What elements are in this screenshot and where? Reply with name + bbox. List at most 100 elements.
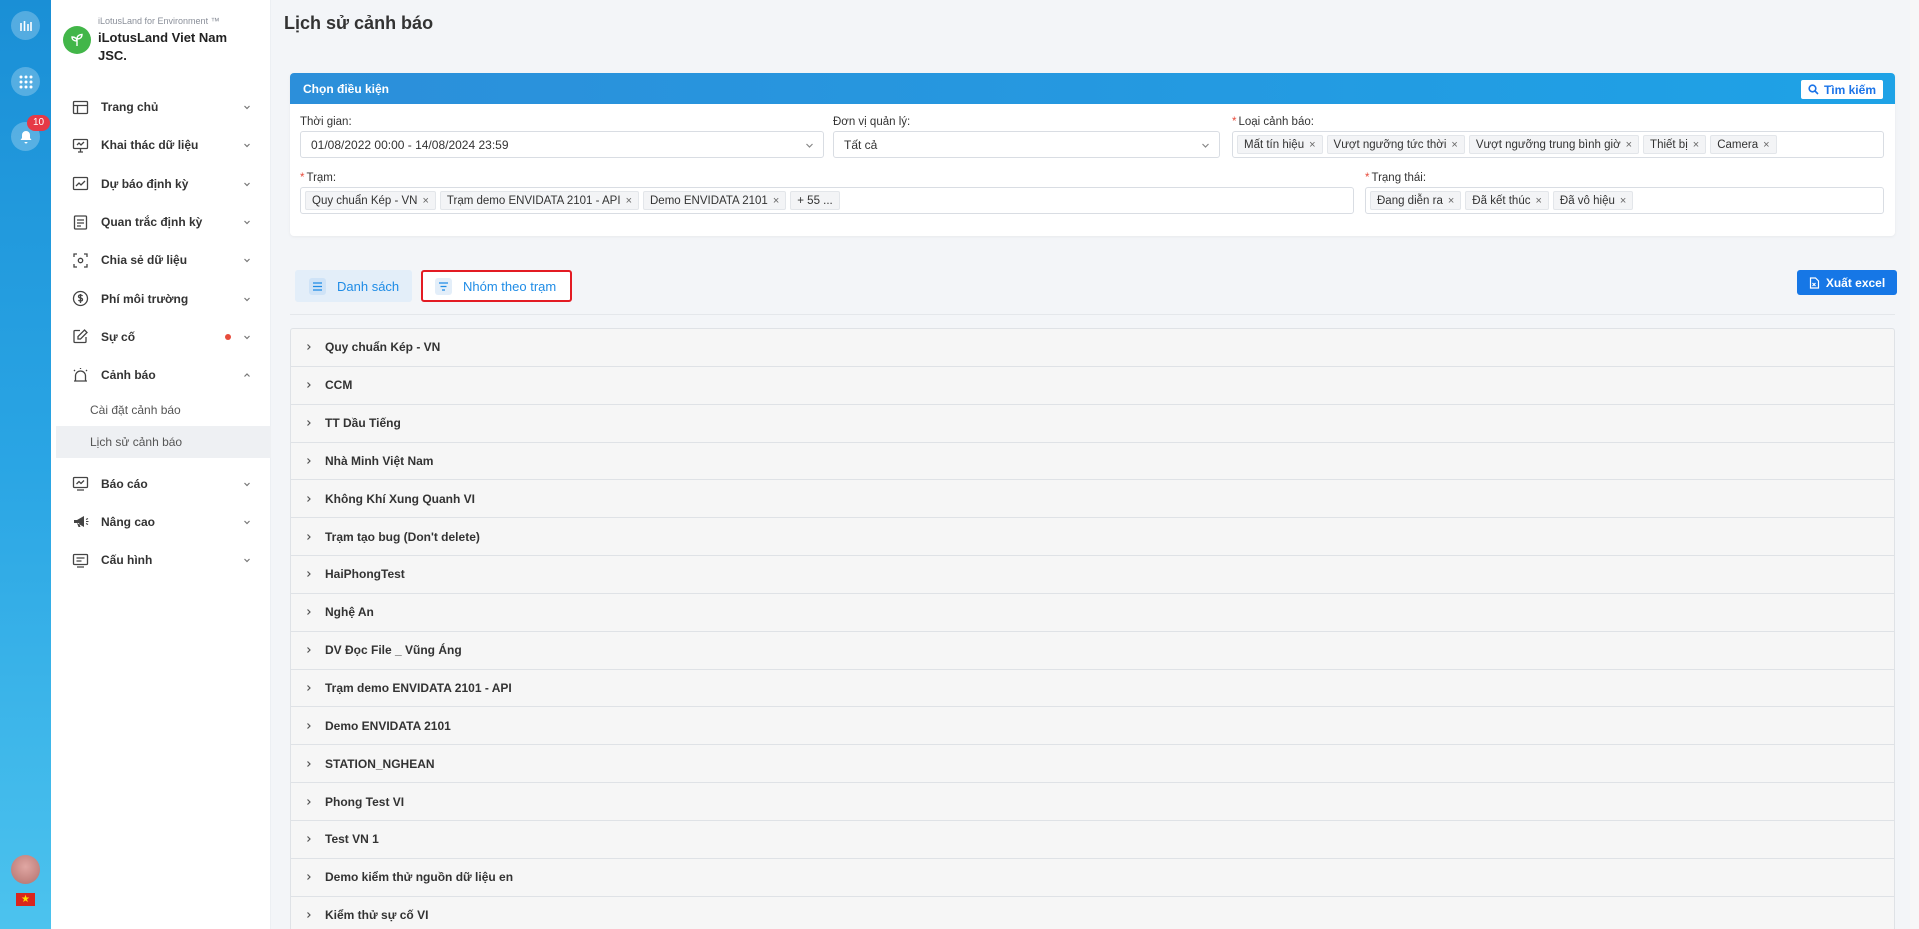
org-header: iLotusLand for Environment ™ iLotusLand … <box>63 14 263 64</box>
remove-tag-icon[interactable]: × <box>1309 139 1315 151</box>
sidebar-subitem-alert-settings[interactable]: Cài đặt cảnh báo <box>51 394 271 426</box>
page-title: Lịch sử cảnh báo <box>284 13 434 33</box>
sidebar: iLotusLand for Environment ™ iLotusLand … <box>51 0 271 929</box>
sidebar-item-incident[interactable]: Sự cố <box>51 318 271 356</box>
station-group-row[interactable]: Demo ENVIDATA 2101 <box>291 707 1894 746</box>
status-multiselect[interactable]: Đang diễn ra × Đã kết thúc × Đã vô hiệu × <box>1365 187 1884 214</box>
sidebar-item-advanced[interactable]: Nâng cao <box>51 503 271 541</box>
status-label-text: Trạng thái: <box>1371 172 1427 184</box>
station-group-row[interactable]: Kiểm thử sự cố VI <box>291 897 1894 929</box>
filter-group-icon <box>435 277 452 295</box>
station-group-row[interactable]: DV Đọc File _ Vũng Áng <box>291 632 1894 670</box>
alert-type-tag: Camera × <box>1710 135 1777 154</box>
sidebar-subitem-alert-history[interactable]: Lịch sử cảnh báo <box>56 426 271 459</box>
more-stations-tag[interactable]: + 55 ... <box>790 191 840 210</box>
station-group-row[interactable]: Không Khí Xung Quanh VI <box>291 480 1894 519</box>
unit-select[interactable]: Tất cả <box>833 131 1220 158</box>
tag-label: Mất tín hiệu <box>1244 138 1305 151</box>
station-group-row[interactable]: Phong Test VI <box>291 783 1894 821</box>
station-group-name: STATION_NGHEAN <box>325 756 435 771</box>
user-avatar[interactable] <box>11 855 40 884</box>
station-label: * Trạm: <box>300 172 337 184</box>
chevron-right-icon <box>307 722 311 729</box>
station-group-row[interactable]: Test VN 1 <box>291 821 1894 859</box>
remove-tag-icon[interactable]: × <box>1451 139 1457 151</box>
chevron-right-icon <box>307 609 311 616</box>
clipboard-icon <box>72 214 89 231</box>
chevron-right-icon <box>307 798 311 805</box>
station-group-row[interactable]: CCM <box>291 367 1894 405</box>
station-group-name: Nghệ An <box>325 605 374 620</box>
remove-tag-icon[interactable]: × <box>1448 195 1454 207</box>
remove-tag-icon[interactable]: × <box>1763 139 1769 151</box>
station-label-text: Trạm: <box>306 172 337 184</box>
tab-group-by-station[interactable]: Nhóm theo trạm <box>421 270 572 302</box>
tag-label: Đã kết thúc <box>1472 194 1531 207</box>
tag-label: Trạm demo ENVIDATA 2101 - API <box>446 194 621 207</box>
sidebar-item-environment-fee[interactable]: Phí môi trường <box>51 279 271 317</box>
apps-grid-icon[interactable] <box>11 67 40 96</box>
sidebar-item-periodic-monitoring[interactable]: Quan trắc định kỳ <box>51 203 271 241</box>
alert-type-tag: Mất tín hiệu × <box>1237 135 1323 154</box>
incident-alert-dot <box>225 333 231 340</box>
chevron-right-icon <box>307 874 311 881</box>
chevron-right-icon <box>307 533 311 540</box>
station-group-name: TT Dầu Tiếng <box>325 416 401 431</box>
remove-tag-icon[interactable]: × <box>1535 195 1541 207</box>
sidebar-item-home[interactable]: Trang chủ <box>51 88 271 126</box>
station-group-name: DV Đọc File _ Vũng Áng <box>325 643 462 658</box>
language-flag-vn[interactable]: ★ <box>16 893 35 906</box>
chevron-right-icon <box>307 647 311 654</box>
sidebar-item-label: Phí môi trường <box>101 291 189 306</box>
search-button[interactable]: Tìm kiếm <box>1800 80 1883 99</box>
chevron-right-icon <box>307 344 311 351</box>
alert-type-multiselect[interactable]: Mất tín hiệu × Vượt ngưỡng tức thời × Vượt… <box>1232 131 1884 158</box>
vertical-scrollbar[interactable] <box>1910 0 1919 929</box>
station-group-list: Quy chuẩn Kép - VN CCM TT Dầu Tiếng Nhà … <box>290 328 1895 929</box>
station-group-row[interactable]: Nghệ An <box>291 594 1894 632</box>
chevron-down-icon <box>244 105 250 110</box>
export-excel-button[interactable]: Xuất excel <box>1797 270 1897 295</box>
remove-tag-icon[interactable]: × <box>422 195 428 207</box>
report-icon <box>72 475 89 492</box>
remove-tag-icon[interactable]: × <box>773 195 779 207</box>
alert-type-label: * Loại cảnh báo: <box>1232 116 1314 128</box>
remove-tag-icon[interactable]: × <box>626 195 632 207</box>
time-range-picker[interactable]: 01/08/2022 00:00 - 14/08/2024 23:59 <box>300 131 824 158</box>
station-group-row[interactable]: Quy chuẩn Kép - VN <box>291 329 1894 367</box>
app-logo-icon[interactable] <box>11 11 40 40</box>
station-group-row[interactable]: HaiPhongTest <box>291 556 1894 594</box>
chevron-right-icon <box>307 420 311 427</box>
station-group-row[interactable]: Nhà Minh Việt Nam <box>291 443 1894 481</box>
station-group-name: Không Khí Xung Quanh VI <box>325 491 475 506</box>
sidebar-item-data-mining[interactable]: Khai thác dữ liệu <box>51 126 271 164</box>
status-tag: Đã vô hiệu × <box>1552 191 1634 210</box>
chevron-down-icon <box>244 558 250 563</box>
chevron-down-icon <box>244 258 250 263</box>
station-multiselect[interactable]: Quy chuẩn Kép - VN × Trạm demo ENVIDATA 2… <box>300 187 1354 214</box>
sidebar-item-reports[interactable]: Báo cáo <box>51 464 271 502</box>
divider <box>290 314 1895 315</box>
remove-tag-icon[interactable]: × <box>1620 195 1626 207</box>
sidebar-item-label: Cảnh báo <box>101 368 156 383</box>
station-group-row[interactable]: Trạm demo ENVIDATA 2101 - API <box>291 670 1894 708</box>
sidebar-item-data-sharing[interactable]: Chia sẻ dữ liệu <box>51 241 271 279</box>
remove-tag-icon[interactable]: × <box>1693 139 1699 151</box>
sidebar-item-forecast[interactable]: Dự báo định kỳ <box>51 165 271 203</box>
station-group-name: HaiPhongTest <box>325 567 405 582</box>
sidebar-item-label: Sự cố <box>101 329 136 344</box>
station-group-row[interactable]: Demo kiểm thử nguồn dữ liệu en <box>291 859 1894 897</box>
sidebar-item-config[interactable]: Cấu hình <box>51 541 271 579</box>
tag-label: Camera <box>1717 138 1759 151</box>
remove-tag-icon[interactable]: × <box>1626 139 1632 151</box>
alert-type-label-text: Loại cảnh báo: <box>1238 116 1314 128</box>
sidebar-item-label: Khai thác dữ liệu <box>101 138 199 153</box>
chevron-right-icon <box>307 685 311 691</box>
station-group-row[interactable]: STATION_NGHEAN <box>291 745 1894 784</box>
station-group-row[interactable]: Trạm tạo bug (Don't delete) <box>291 518 1894 557</box>
tab-list-view[interactable]: Danh sách <box>295 270 412 302</box>
megaphone-icon <box>72 513 89 530</box>
sidebar-item-alerts[interactable]: Cảnh báo <box>51 356 271 394</box>
status-tag: Đã kết thúc × <box>1465 191 1549 210</box>
station-group-row[interactable]: TT Dầu Tiếng <box>291 405 1894 443</box>
